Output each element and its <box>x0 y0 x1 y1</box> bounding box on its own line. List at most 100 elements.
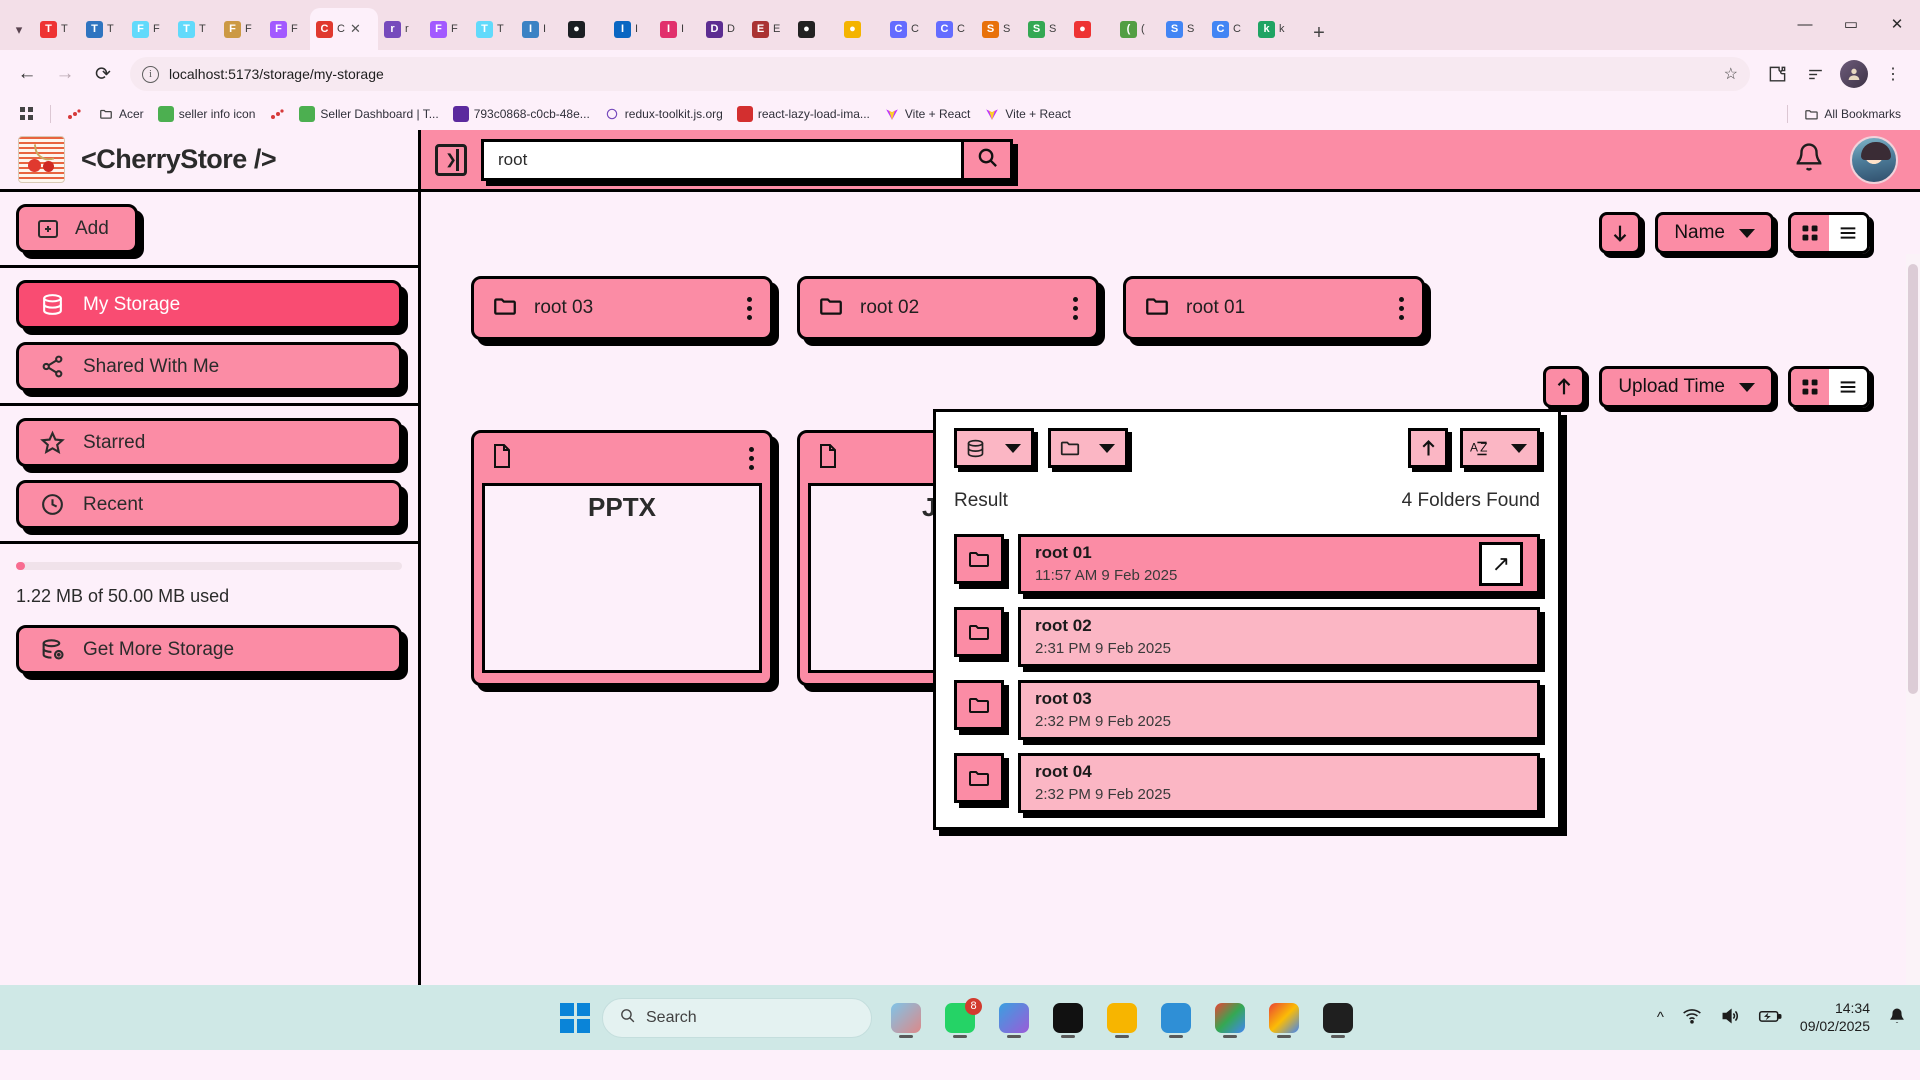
browser-tab[interactable]: FF <box>218 8 264 50</box>
browser-tab[interactable]: (( <box>1114 8 1160 50</box>
sidebar-item-my-storage[interactable]: My Storage <box>16 280 402 329</box>
filter-folder-caret[interactable] <box>1088 428 1128 468</box>
sidebar-collapse-button[interactable]: ❯ <box>421 144 481 176</box>
profile-avatar[interactable] <box>1840 60 1868 88</box>
search-result-item[interactable]: root 022:31 PM 9 Feb 2025 <box>1018 607 1540 667</box>
browser-tab[interactable]: ● <box>1068 8 1114 50</box>
tab-search-icon[interactable]: ▾ <box>4 10 34 50</box>
search-result-row[interactable]: root 022:31 PM 9 Feb 2025 <box>954 607 1540 667</box>
kebab-menu-icon[interactable] <box>1399 297 1404 320</box>
bookmark-item[interactable]: Seller Dashboard | T... <box>292 103 445 125</box>
kebab-menu-icon[interactable] <box>747 297 752 320</box>
search-result-row[interactable]: root 0111:57 AM 9 Feb 2025↗ <box>954 534 1540 594</box>
all-bookmarks-button[interactable]: All Bookmarks <box>1796 103 1908 125</box>
browser-tab[interactable]: DD <box>700 8 746 50</box>
folder-card[interactable]: root 01 <box>1123 276 1425 340</box>
browser-tab[interactable]: SS <box>1160 8 1206 50</box>
list-view-icon[interactable] <box>1829 215 1867 251</box>
apps-grid-icon[interactable] <box>12 103 42 125</box>
browser-tab[interactable]: SS <box>1022 8 1068 50</box>
copilot-icon[interactable] <box>992 996 1036 1040</box>
reading-list-icon[interactable] <box>1798 57 1832 91</box>
new-tab-button[interactable]: + <box>1302 16 1336 50</box>
sort-alpha-icon[interactable]: A Z <box>1460 428 1500 468</box>
filter-folder-combo[interactable] <box>1048 428 1128 468</box>
files-view-toggle[interactable] <box>1788 366 1870 408</box>
browser-tab[interactable]: SS <box>976 8 1022 50</box>
folder-card[interactable]: root 03 <box>471 276 773 340</box>
folder-icon[interactable] <box>954 607 1004 657</box>
file-explorer-icon[interactable] <box>1100 996 1144 1040</box>
taskbar-clock[interactable]: 14:34 09/02/2025 <box>1800 1000 1870 1035</box>
notification-bell-icon[interactable] <box>1794 142 1824 177</box>
folder-icon[interactable] <box>1048 428 1088 468</box>
grid-view-icon[interactable] <box>1791 215 1829 251</box>
files-sort-key-button[interactable]: Upload Time <box>1599 366 1774 408</box>
add-button[interactable]: Add <box>16 204 138 253</box>
whatsapp-icon[interactable]: 8 <box>938 996 982 1040</box>
search-sort-key-caret[interactable] <box>1500 428 1540 468</box>
widgets-icon[interactable] <box>884 996 928 1040</box>
extensions-icon[interactable] <box>1760 57 1794 91</box>
filter-storage-combo[interactable] <box>954 428 1034 468</box>
close-tab-icon[interactable]: ✕ <box>350 21 361 37</box>
back-button[interactable]: ← <box>10 57 44 91</box>
bookmark-item-dots[interactable] <box>262 103 292 125</box>
close-window-button[interactable]: ✕ <box>1874 0 1920 48</box>
sidebar-item-shared-with-me[interactable]: Shared With Me <box>16 342 402 391</box>
browser-tab[interactable]: TT <box>80 8 126 50</box>
content-scrollbar[interactable] <box>1906 254 1920 985</box>
folder-icon[interactable] <box>954 680 1004 730</box>
sidebar-item-recent[interactable]: Recent <box>16 480 402 529</box>
bookmark-star-icon[interactable]: ☆ <box>1724 64 1738 84</box>
bookmark-item[interactable]: redux-toolkit.js.org <box>597 103 730 125</box>
search-result-item[interactable]: root 032:32 PM 9 Feb 2025 <box>1018 680 1540 740</box>
filter-storage-caret[interactable] <box>994 428 1034 468</box>
folders-view-toggle[interactable] <box>1788 212 1870 254</box>
search-input[interactable]: root <box>481 139 961 181</box>
arrow-up-icon[interactable] <box>1408 428 1448 468</box>
browser-tab[interactable]: ● <box>838 8 884 50</box>
browser-tab[interactable]: rr <box>378 8 424 50</box>
folder-icon[interactable] <box>954 534 1004 584</box>
list-view-icon[interactable] <box>1829 369 1867 405</box>
address-bar[interactable]: i localhost:5173/storage/my-storage ☆ <box>130 57 1750 91</box>
windows-icon[interactable] <box>560 1003 590 1033</box>
maximize-button[interactable]: ▭ <box>1828 0 1874 48</box>
search-result-row[interactable]: root 032:32 PM 9 Feb 2025 <box>954 680 1540 740</box>
vscode-icon[interactable] <box>1154 996 1198 1040</box>
search-result-item[interactable]: root 0111:57 AM 9 Feb 2025↗ <box>1018 534 1540 594</box>
battery-charging-icon[interactable] <box>1758 1006 1782 1030</box>
scrollbar-thumb[interactable] <box>1908 264 1918 694</box>
browser-tab[interactable]: FF <box>424 8 470 50</box>
browser-tab[interactable]: ● <box>562 8 608 50</box>
browser-tab[interactable]: EE <box>746 8 792 50</box>
search-submit-button[interactable] <box>961 139 1013 181</box>
terminal-icon[interactable] <box>1316 996 1360 1040</box>
browser-tab[interactable]: CC <box>884 8 930 50</box>
browser-tab[interactable]: FF <box>264 8 310 50</box>
tiktok-icon[interactable] <box>1046 996 1090 1040</box>
browser-tab[interactable]: CC <box>1206 8 1252 50</box>
reload-button[interactable]: ⟳ <box>86 57 120 91</box>
bookmark-item[interactable]: seller info icon <box>151 103 263 125</box>
bookmark-item[interactable]: 793c0868-c0cb-48e... <box>446 103 597 125</box>
grid-view-icon[interactable] <box>1791 369 1829 405</box>
tray-notification-icon[interactable] <box>1888 1007 1906 1029</box>
open-result-icon[interactable]: ↗ <box>1479 542 1523 586</box>
search-sort-key-combo[interactable]: A Z <box>1460 428 1540 468</box>
volume-icon[interactable] <box>1720 1006 1740 1030</box>
bookmark-item[interactable]: react-lazy-load-ima... <box>730 103 877 125</box>
search-result-row[interactable]: root 042:32 PM 9 Feb 2025 <box>954 753 1540 813</box>
folder-card[interactable]: root 02 <box>797 276 1099 340</box>
browser-tab[interactable]: II <box>654 8 700 50</box>
browser-menu-icon[interactable]: ⋮ <box>1876 57 1910 91</box>
browser-tab[interactable]: FF <box>126 8 172 50</box>
bookmark-item-extra[interactable] <box>59 103 89 125</box>
folders-sort-direction-button[interactable] <box>1599 212 1641 254</box>
sidebar-item-starred[interactable]: Starred <box>16 418 402 467</box>
minimize-button[interactable]: — <box>1782 0 1828 48</box>
browser-tab[interactable]: ● <box>792 8 838 50</box>
browser-tab[interactable]: II <box>608 8 654 50</box>
database-icon[interactable] <box>954 428 994 468</box>
